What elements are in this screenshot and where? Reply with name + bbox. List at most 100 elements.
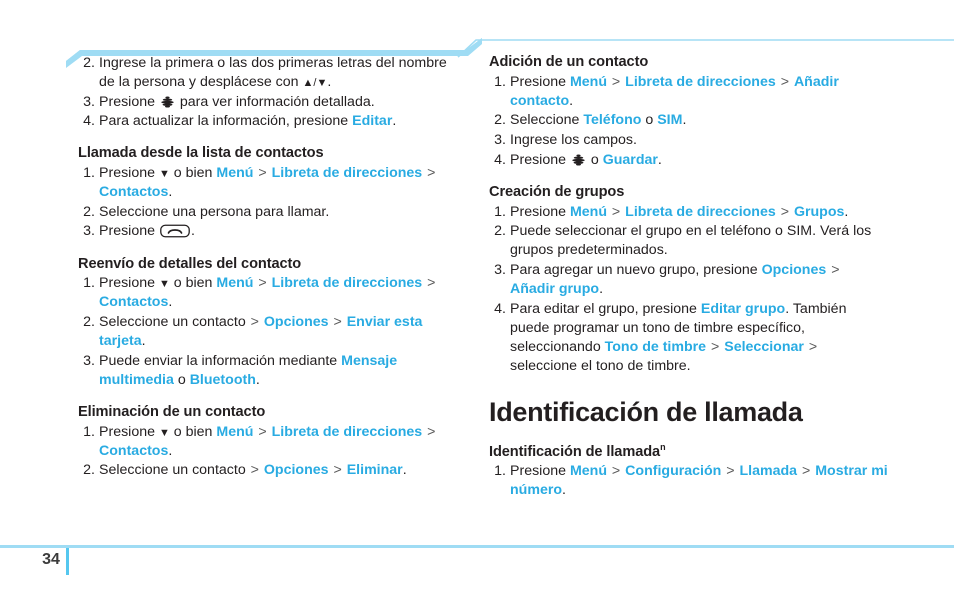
menu-path-link[interactable]: Menú — [570, 74, 607, 90]
step-number: 1. — [494, 203, 506, 220]
menu-path-link[interactable]: Añadir grupo — [510, 281, 599, 297]
menu-path-link[interactable]: Contactos — [99, 184, 168, 200]
menu-path-link[interactable]: Tono de timbre — [605, 339, 706, 355]
step-text: Presione — [99, 165, 159, 182]
path-separator-icon: > — [798, 463, 815, 480]
heading-text: Creación de grupos — [489, 183, 625, 200]
step-number: 3. — [494, 261, 506, 278]
subsection-heading: Identificación de llamadan — [489, 442, 889, 461]
step-number: 4. — [494, 151, 506, 168]
menu-path-link[interactable]: Opciones — [762, 262, 827, 278]
footer-tick — [66, 548, 69, 575]
step-body: Ingrese la primera o las dos primeras le… — [99, 54, 466, 92]
step-item: 2. Seleccione una persona para llamar. — [78, 203, 466, 222]
menu-path-link[interactable]: Opciones — [264, 314, 329, 330]
menu-path-link[interactable]: Grupos — [794, 204, 844, 220]
menu-path-link[interactable]: Menú — [570, 204, 607, 220]
step-body: Presione o Guardar. — [510, 151, 889, 170]
subsection-heading: Reenvío de detalles del contacto — [78, 256, 466, 273]
path-separator-icon: > — [250, 314, 263, 330]
step-text: Presione — [510, 203, 570, 220]
menu-path-link[interactable]: Contactos — [99, 443, 168, 459]
step-number: 4. — [83, 113, 95, 130]
att-globe-icon — [572, 154, 585, 166]
step-text: Para actualizar la información, presione — [99, 113, 353, 130]
step-body: Presione ▼ o bien Menú > Libreta de dire… — [99, 274, 466, 312]
menu-path-link[interactable]: SIM — [657, 112, 682, 128]
step-number: 3. — [494, 132, 506, 149]
menu-path-link[interactable]: Opciones — [264, 462, 329, 478]
menu-path-link[interactable]: Libreta de direcciones — [625, 204, 776, 220]
path-separator-icon: > — [329, 314, 346, 330]
att-globe-icon — [161, 96, 174, 108]
step-text: o bien — [169, 165, 217, 182]
path-separator-icon: > — [423, 275, 436, 292]
menu-path-link[interactable]: Configuración — [625, 463, 721, 479]
step-list: 1. Presione Menú > Configuración > Llamad… — [489, 462, 889, 500]
step-body: Presione ▼ o bien Menú > Libreta de dire… — [99, 423, 466, 461]
path-separator-icon: > — [707, 338, 724, 355]
path-separator-icon: > — [607, 73, 625, 90]
manual-page: 2. Ingrese la primera o las dos primeras … — [0, 0, 954, 593]
menu-path-link[interactable]: Teléfono — [583, 112, 641, 128]
step-text: Puede seleccionar el grupo en el teléfon… — [510, 223, 872, 259]
step-list: 1. Presione Menú > Libreta de direcciones… — [489, 73, 889, 170]
menu-path-link[interactable]: Libreta de direcciones — [272, 165, 423, 181]
step-number: 1. — [83, 275, 95, 292]
step-body: Para agregar un nuevo grupo, presione Op… — [510, 261, 889, 299]
step-number: 1. — [83, 423, 95, 440]
step-number: 1. — [83, 165, 95, 182]
step-text: Seleccione un contacto — [99, 314, 250, 330]
menu-path-link[interactable]: Seleccionar — [724, 339, 804, 355]
menu-path-link[interactable]: Editar grupo — [701, 301, 785, 317]
step-body: Para editar el grupo, presione Editar gr… — [510, 300, 889, 376]
step-item: 3. Ingrese los campos. — [489, 131, 889, 150]
step-text: o — [173, 371, 190, 388]
step-text: o — [586, 151, 603, 168]
menu-path-link[interactable]: Bluetooth — [190, 372, 256, 388]
menu-path-link[interactable]: Libreta de direcciones — [272, 424, 423, 440]
step-body: Presione para ver información detallada. — [99, 93, 466, 112]
step-number: 2. — [494, 223, 506, 240]
step-text: Presione — [510, 73, 570, 90]
menu-path-link[interactable]: Contactos — [99, 294, 168, 310]
path-separator-icon: > — [827, 261, 840, 278]
step-list: 1. Presione ▼ o bien Menú > Libreta de di… — [78, 423, 466, 481]
menu-path-link[interactable]: Eliminar — [347, 462, 403, 478]
column-left: 2. Ingrese la primera o las dos primeras … — [78, 54, 466, 481]
step-text: . — [569, 92, 574, 109]
step-body: Ingrese los campos. — [510, 131, 889, 150]
menu-path-link[interactable]: Menú — [216, 424, 253, 440]
step-text: o — [641, 112, 658, 129]
path-separator-icon: > — [423, 423, 436, 440]
step-text: Seleccione — [510, 112, 584, 129]
send-call-key-icon — [160, 225, 190, 238]
step-body: Presione Menú > Libreta de direcciones >… — [510, 73, 889, 111]
step-body: Seleccione un contacto > Opciones > Envi… — [99, 313, 466, 351]
menu-path-link[interactable]: Libreta de direcciones — [272, 275, 423, 291]
path-separator-icon: > — [776, 203, 793, 220]
step-text: para ver información detallada. — [175, 93, 375, 110]
menu-path-link[interactable]: Libreta de direcciones — [625, 74, 776, 90]
step-item: 2. Seleccione un contacto > Opciones > El… — [78, 461, 466, 480]
page-number: 34 — [42, 551, 60, 568]
menu-path-link[interactable]: Menú — [216, 165, 253, 181]
footnote-marker: n — [660, 441, 666, 452]
step-list: 1. Presione ▼ o bien Menú > Libreta de di… — [78, 274, 466, 390]
menu-path-link[interactable]: Menú — [570, 463, 607, 479]
menu-path-link[interactable]: Editar — [352, 113, 392, 129]
step-number: 1. — [494, 463, 506, 480]
nav-arrow-icon: ▼ — [158, 168, 170, 181]
step-text: Ingrese la primera o las dos primeras le… — [99, 55, 447, 91]
step-text: Ingrese los campos. — [510, 132, 637, 149]
step-text: Presione — [510, 151, 570, 168]
step-item: 1. Presione Menú > Configuración > Llamad… — [489, 462, 889, 500]
path-separator-icon: > — [254, 165, 271, 182]
step-item: 1. Presione ▼ o bien Menú > Libreta de di… — [78, 274, 466, 312]
step-number: 3. — [83, 93, 95, 110]
menu-path-link[interactable]: Guardar — [603, 152, 658, 168]
menu-path-link[interactable]: Menú — [216, 275, 253, 291]
subsection-heading: Eliminación de un contacto — [78, 404, 466, 421]
menu-path-link[interactable]: Llamada — [739, 463, 797, 479]
step-item: 4. Para editar el grupo, presione Editar … — [489, 300, 889, 376]
